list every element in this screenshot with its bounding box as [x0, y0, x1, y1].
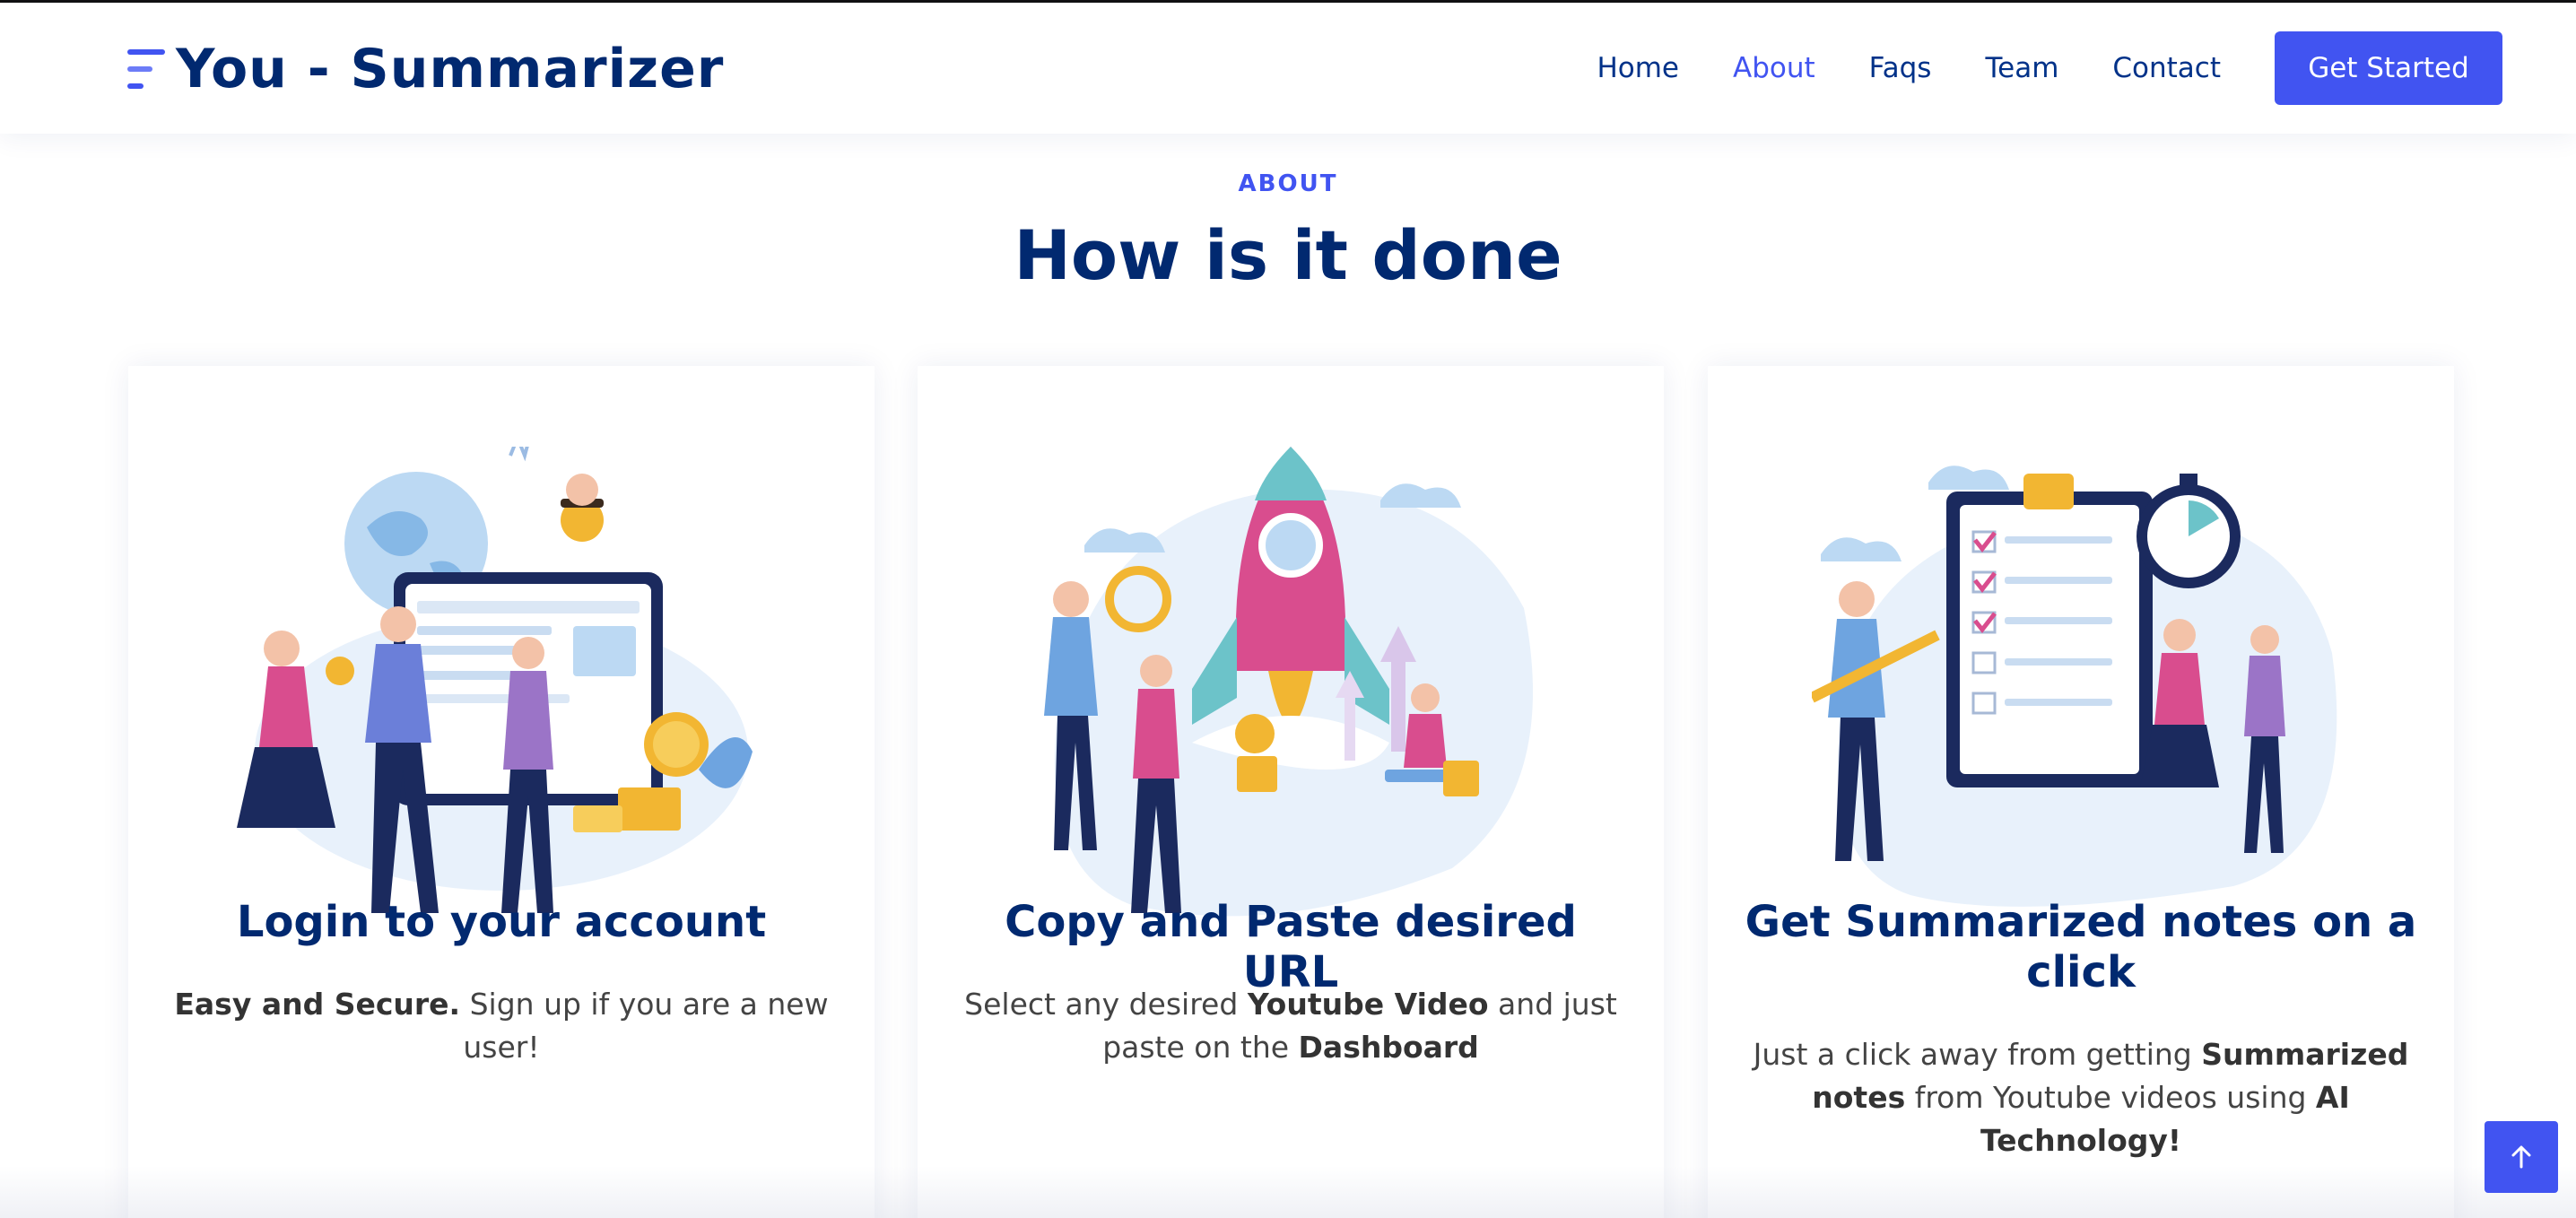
card-desc-text: Just a click away from getting — [1753, 1037, 2202, 1072]
card-description: Select any desired Youtube Video and jus… — [953, 983, 1628, 1069]
section-eyebrow: ABOUT — [1238, 170, 1338, 197]
nav-about[interactable]: About — [1733, 52, 1815, 84]
rocket-illustration — [1022, 447, 1560, 1218]
card-desc-bold: Easy and Secure. — [174, 987, 461, 1022]
nav-faqs[interactable]: Faqs — [1869, 52, 1932, 84]
brand-name: You - Summarizer — [176, 38, 725, 100]
card-description: Easy and Secure. Sign up if you are a ne… — [164, 983, 839, 1069]
site-header: You - Summarizer Home About Faqs Team Co… — [0, 3, 2576, 134]
brand-logo[interactable]: You - Summarizer — [127, 37, 724, 101]
card-desc-bold: Dashboard — [1298, 1030, 1479, 1065]
nav-team[interactable]: Team — [1985, 52, 2058, 84]
menu-lines-icon — [127, 44, 167, 94]
card-description: Just a click away from getting Summarize… — [1744, 1033, 2418, 1162]
step-card-summarized-notes: Get Summarized notes on a click Just a c… — [1708, 366, 2454, 1218]
card-title: Login to your account — [236, 897, 767, 947]
card-title: Get Summarized notes on a click — [1745, 897, 2417, 997]
card-desc-bold: Youtube Video — [1247, 987, 1489, 1022]
back-to-top-button[interactable] — [2485, 1121, 2558, 1193]
step-card-login: Login to your account Easy and Secure. S… — [128, 366, 875, 1218]
step-card-paste-url: Copy and Paste desired URL Select any de… — [918, 366, 1664, 1218]
nav-home[interactable]: Home — [1597, 52, 1679, 84]
section-title: How is it done — [1014, 215, 1562, 295]
arrow-up-icon — [2511, 1145, 2531, 1169]
login-illustration — [232, 447, 770, 1218]
main-nav: Home About Faqs Team Contact Get Started — [1543, 31, 2502, 105]
card-desc-text: Sign up if you are a new user! — [460, 987, 829, 1065]
nav-contact[interactable]: Contact — [2112, 52, 2221, 84]
get-started-button[interactable]: Get Started — [2275, 31, 2502, 105]
card-desc-text: from Youtube videos using — [1905, 1080, 2316, 1115]
card-desc-text: Select any desired — [964, 987, 1248, 1022]
